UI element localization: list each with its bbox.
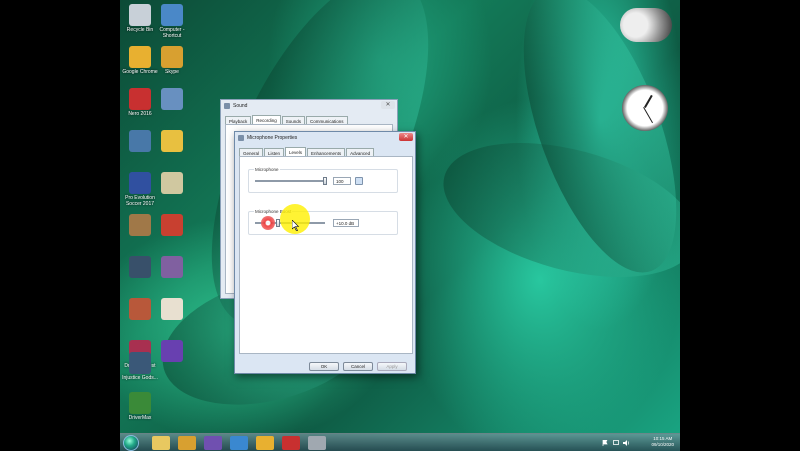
taskbar: 10:15 AM 09/10/2020 — [120, 433, 680, 451]
app-icon — [129, 88, 151, 110]
desktop-icon[interactable]: Pro Evolution Soccer 2017 — [122, 172, 158, 207]
microphone-slider[interactable] — [255, 180, 325, 182]
desktop-icon-label: Google Chrome — [122, 69, 158, 75]
app-icon — [129, 130, 151, 152]
microphone-value[interactable]: 100 — [333, 177, 351, 185]
sound-window-title: Sound — [233, 103, 248, 109]
desktop-icon[interactable] — [154, 340, 190, 363]
app-icon — [161, 4, 183, 26]
app-icon — [129, 298, 151, 320]
mute-toggle-icon[interactable] — [355, 177, 363, 185]
clock-hour-hand — [644, 94, 653, 108]
desktop-icon[interactable]: Skype — [154, 46, 190, 75]
desktop-icon-label: Skype — [165, 69, 179, 75]
desktop-icon[interactable]: Injustice Gods... — [122, 352, 158, 381]
desktop-icon[interactable] — [154, 256, 190, 279]
dialog-titlebar[interactable]: Microphone Properties ✕ — [235, 132, 415, 144]
taskbar-clock[interactable]: 10:15 AM 09/10/2020 — [651, 436, 674, 448]
ok-button[interactable]: OK — [309, 362, 339, 371]
speaker-icon — [224, 103, 230, 109]
click-indicator-icon — [261, 216, 275, 230]
microphone-group: Microphone 100 — [248, 167, 398, 193]
control-panel-icon[interactable] — [308, 436, 326, 450]
app-icon — [129, 172, 151, 194]
clock-minute-hand — [643, 107, 653, 124]
microphone-icon — [238, 135, 244, 141]
microphone-boost-value: +10.0 dB — [333, 219, 359, 227]
app-icon — [161, 340, 183, 362]
desktop-icon[interactable] — [122, 130, 158, 153]
desktop-icon[interactable] — [154, 214, 190, 237]
app-icon — [129, 392, 151, 414]
desktop-icon[interactable] — [154, 298, 190, 321]
mouse-cursor-icon — [292, 220, 300, 231]
levels-panel: Microphone 100 Microphone Boost +10.0 dB — [239, 156, 413, 354]
desktop-icon[interactable]: Nero 2016 — [122, 88, 158, 117]
start-button[interactable] — [123, 435, 139, 451]
desktop-icon-label: DriverMax — [128, 415, 152, 421]
clock-gadget[interactable] — [622, 85, 668, 131]
microphone-slider-thumb[interactable] — [323, 177, 327, 185]
app-icon — [161, 130, 183, 152]
desktop-icon-label: Recycle Bin — [126, 27, 154, 33]
app-icon — [129, 214, 151, 236]
desktop-icon[interactable] — [154, 172, 190, 195]
desktop-icon[interactable]: Recycle Bin — [122, 4, 158, 33]
flag-icon[interactable] — [602, 440, 608, 446]
app-icon — [129, 4, 151, 26]
app-icon — [161, 256, 183, 278]
app-icon — [161, 172, 183, 194]
app-icon — [161, 214, 183, 236]
app-icon — [129, 352, 151, 374]
taskbar-date: 09/10/2020 — [651, 442, 674, 447]
media-player-icon[interactable] — [178, 436, 196, 450]
desktop-icon[interactable] — [154, 88, 190, 111]
desktop: Recycle Bin Computer - Shortcut Google Chr… — [120, 0, 680, 451]
desktop-icon-label: Injustice Gods... — [122, 375, 158, 381]
sound-window-titlebar[interactable]: Sound ✕ — [221, 100, 397, 112]
desktop-icon[interactable]: DriverMax — [122, 392, 158, 421]
app-icon — [161, 88, 183, 110]
visual-studio-icon[interactable] — [204, 436, 222, 450]
network-icon[interactable] — [613, 440, 619, 446]
app-icon — [161, 298, 183, 320]
ie-icon[interactable] — [230, 436, 248, 450]
desktop-icon[interactable] — [122, 214, 158, 237]
desktop-icon[interactable] — [122, 298, 158, 321]
app-icon[interactable] — [282, 436, 300, 450]
microphone-properties-dialog[interactable]: Microphone Properties ✕ General Listen L… — [234, 131, 416, 374]
chrome-icon[interactable] — [256, 436, 274, 450]
dialog-title: Microphone Properties — [247, 135, 298, 141]
app-icon — [161, 46, 183, 68]
folder-icon[interactable] — [152, 436, 170, 450]
desktop-icon-label: Nero 2016 — [128, 111, 152, 117]
desktop-icon-label: Pro Evolution Soccer 2017 — [125, 195, 155, 207]
apply-button[interactable]: Apply — [377, 362, 407, 371]
cancel-button[interactable]: Cancel — [343, 362, 373, 371]
close-button[interactable]: ✕ — [381, 101, 395, 109]
desktop-icon-label: Computer - Shortcut — [159, 27, 185, 39]
desktop-icon[interactable] — [154, 130, 190, 153]
app-icon — [129, 256, 151, 278]
desktop-icon[interactable] — [122, 256, 158, 279]
desktop-icon[interactable]: Google Chrome — [122, 46, 158, 75]
app-icon — [129, 46, 151, 68]
desktop-icon[interactable]: Computer - Shortcut — [154, 4, 190, 39]
volume-icon[interactable] — [623, 440, 630, 446]
cpu-meter-gadget[interactable] — [620, 8, 672, 42]
close-button[interactable]: ✕ — [399, 133, 413, 141]
microphone-label: Microphone — [254, 167, 280, 172]
